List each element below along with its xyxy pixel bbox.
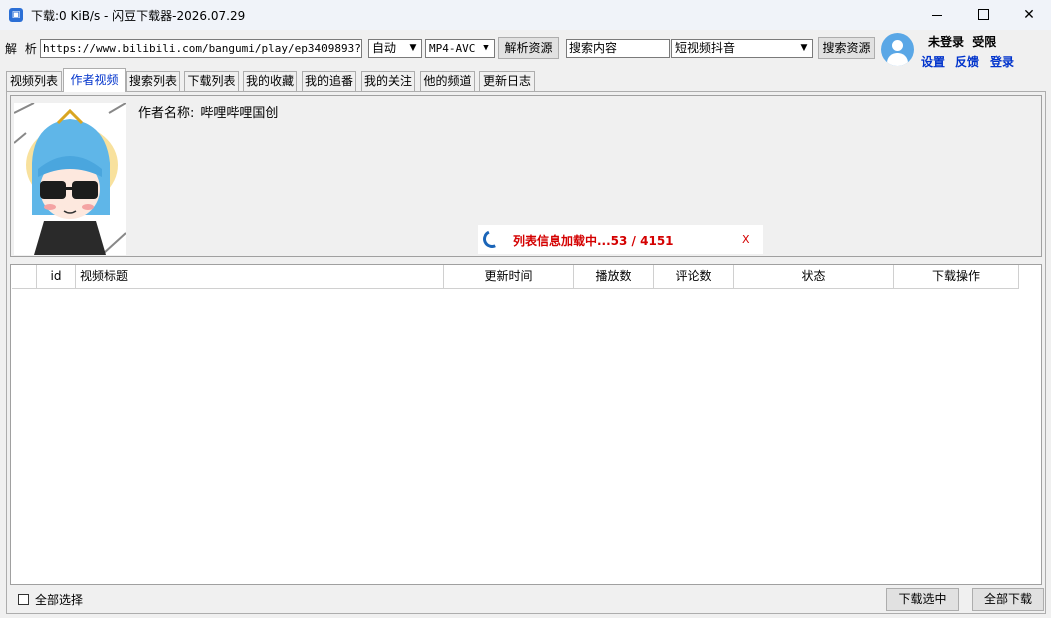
- search-input[interactable]: 搜索内容: [566, 39, 670, 58]
- author-name-label: 作者名称:: [138, 106, 195, 121]
- parse-label: 解 析:: [5, 42, 45, 56]
- loading-status: 列表信息加载中...53 / 4151: [513, 234, 674, 248]
- tab-video-list[interactable]: 视频列表: [6, 71, 62, 91]
- tab-changelog[interactable]: 更新日志: [479, 71, 535, 91]
- loading-close-button[interactable]: X: [742, 233, 750, 246]
- column-header-comments[interactable]: 评论数: [654, 265, 734, 289]
- dropdown-arrow-icon[interactable]: ▼: [796, 40, 812, 57]
- feedback-link[interactable]: 反馈: [955, 53, 979, 70]
- codec-select-value: MP4-AVC: [429, 42, 476, 55]
- video-table[interactable]: [10, 264, 1042, 585]
- tab-download-list[interactable]: 下载列表: [184, 71, 239, 91]
- tab-followed-anime[interactable]: 我的追番: [302, 71, 356, 91]
- author-name: 作者名称: 哔哩哔哩国创: [138, 102, 278, 121]
- codec-select[interactable]: MP4-AVC ▼: [425, 39, 495, 58]
- limit-status: 受限: [972, 35, 997, 49]
- select-all-checkbox[interactable]: [18, 594, 29, 605]
- quality-select[interactable]: 自动 ▼: [368, 39, 422, 58]
- author-name-value: 哔哩哔哩国创: [200, 106, 279, 121]
- url-input[interactable]: https://www.bilibili.com/bangumi/play/ep…: [40, 39, 362, 58]
- user-status: 未登录 受限: [928, 33, 996, 50]
- dropdown-arrow-icon[interactable]: ▼: [405, 40, 421, 57]
- settings-link[interactable]: 设置: [921, 53, 945, 70]
- tab-channel[interactable]: 他的频道: [420, 71, 475, 91]
- minimize-button[interactable]: [914, 0, 960, 30]
- tab-following[interactable]: 我的关注: [361, 71, 415, 91]
- column-header-plays[interactable]: 播放数: [574, 265, 654, 289]
- column-header-title[interactable]: 视频标题: [76, 265, 444, 289]
- tab-search-list[interactable]: 搜索列表: [126, 71, 180, 91]
- download-selected-button[interactable]: 下载选中: [886, 588, 959, 611]
- column-header-id[interactable]: id: [37, 265, 76, 289]
- login-link[interactable]: 登录: [990, 53, 1014, 70]
- maximize-button[interactable]: [960, 0, 1006, 30]
- window-title: 下载:0 KiB/s - 闪豆下载器-2026.07.29: [31, 9, 246, 23]
- column-header-select[interactable]: [12, 265, 37, 289]
- tab-favorites[interactable]: 我的收藏: [243, 71, 297, 91]
- login-status: 未登录: [928, 35, 965, 49]
- column-header-download-action[interactable]: 下载操作: [894, 265, 1019, 289]
- user-head-icon: [892, 40, 903, 51]
- column-header-update-time[interactable]: 更新时间: [444, 265, 574, 289]
- search-type-value: 短视频抖音: [675, 41, 736, 55]
- user-body-icon: [887, 53, 908, 66]
- app-icon: ▣: [9, 8, 23, 22]
- search-type-select[interactable]: 短视频抖音 ▼: [671, 39, 813, 58]
- close-button[interactable]: ✕: [1006, 0, 1051, 30]
- dropdown-arrow-icon[interactable]: ▼: [478, 40, 494, 57]
- search-button[interactable]: 搜索资源: [818, 37, 875, 59]
- tab-author-videos[interactable]: 作者视频: [63, 68, 126, 92]
- avatar[interactable]: [881, 33, 914, 66]
- select-all-label[interactable]: 全部选择: [35, 591, 83, 608]
- download-all-button[interactable]: 全部下载: [972, 588, 1044, 611]
- quality-select-value: 自动: [372, 41, 397, 55]
- author-avatar-image: [14, 103, 126, 255]
- parse-button[interactable]: 解析资源: [498, 37, 559, 59]
- column-header-status[interactable]: 状态: [734, 265, 894, 289]
